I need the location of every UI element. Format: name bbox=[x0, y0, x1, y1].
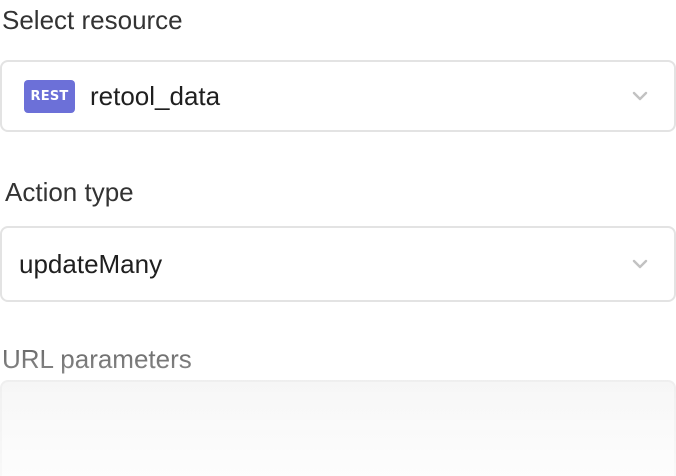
query-editor-panel: Select resource REST retool_data Action … bbox=[0, 0, 676, 476]
rest-badge: REST bbox=[24, 79, 75, 113]
chevron-down-icon bbox=[632, 91, 648, 101]
action-type-label: Action type bbox=[5, 177, 134, 207]
resource-select[interactable]: REST retool_data bbox=[0, 60, 676, 132]
select-resource-label: Select resource bbox=[2, 5, 183, 35]
chevron-down-icon bbox=[632, 259, 648, 269]
url-parameters-label: URL parameters bbox=[2, 344, 192, 374]
url-parameters-input[interactable] bbox=[0, 380, 676, 476]
action-type-select[interactable]: updateMany bbox=[0, 226, 676, 302]
action-type-select-value: updateMany bbox=[19, 249, 163, 279]
resource-select-value: retool_data bbox=[90, 81, 221, 111]
